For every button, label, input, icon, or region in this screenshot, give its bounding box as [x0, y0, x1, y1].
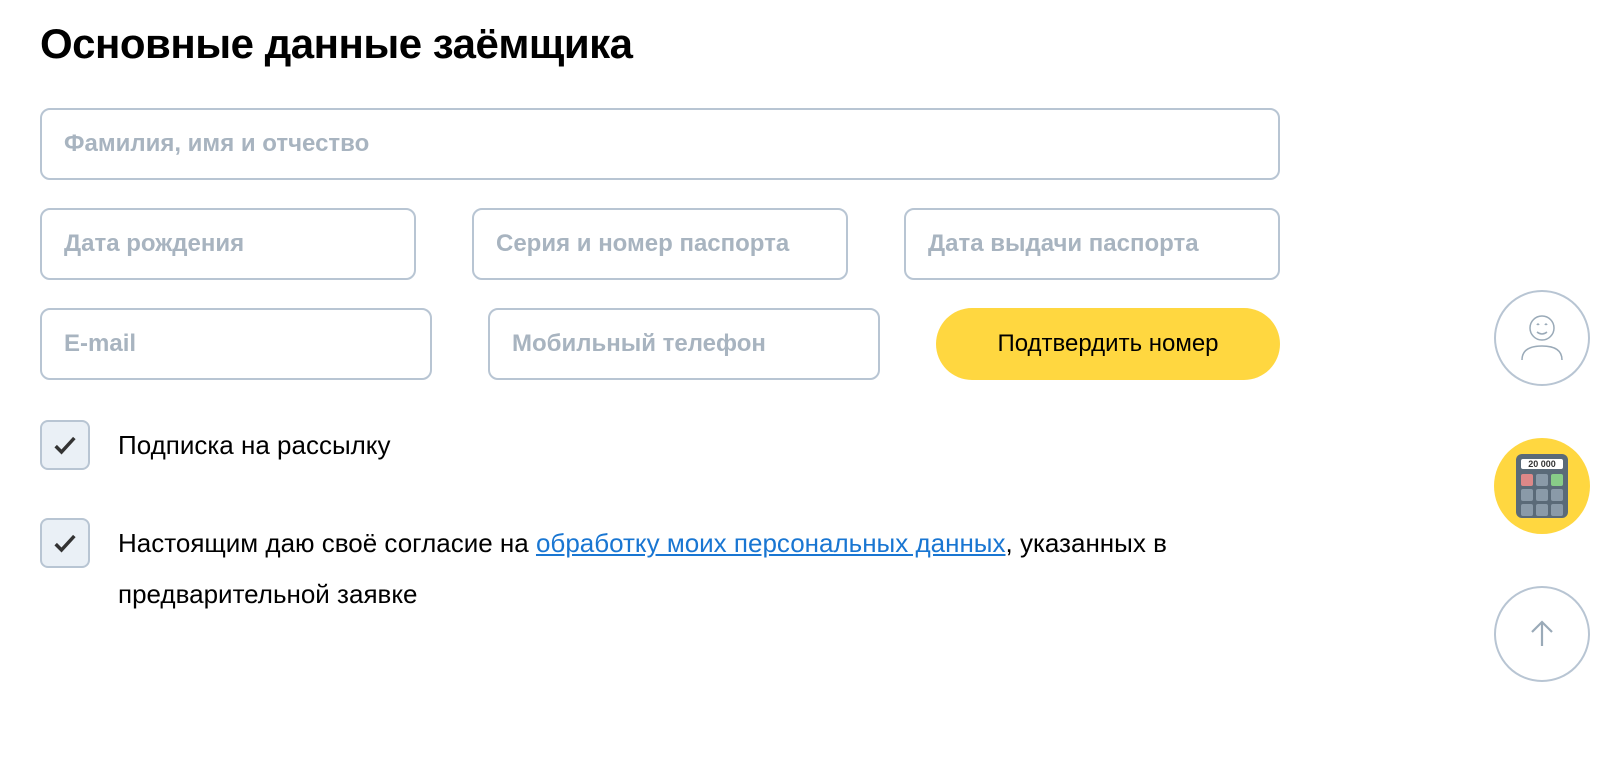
newsletter-label: Подписка на рассылку: [118, 420, 390, 465]
check-icon: [51, 431, 79, 459]
calculator-icon: 20 000: [1516, 454, 1568, 518]
passport-number-input[interactable]: [472, 208, 848, 280]
form-heading: Основные данные заёмщика: [40, 20, 1280, 68]
profile-button[interactable]: [1494, 290, 1590, 386]
person-icon: [1512, 308, 1572, 368]
birth-date-input[interactable]: [40, 208, 416, 280]
consent-label: Настоящим даю своё согласие на обработку…: [118, 518, 1280, 619]
newsletter-checkbox[interactable]: [40, 420, 90, 470]
phone-input[interactable]: [488, 308, 880, 380]
calculator-button[interactable]: 20 000: [1494, 438, 1590, 534]
confirm-number-button[interactable]: Подтвердить номер: [936, 308, 1280, 380]
check-icon: [51, 529, 79, 557]
email-input[interactable]: [40, 308, 432, 380]
scroll-top-button[interactable]: [1494, 586, 1590, 682]
consent-prefix: Настоящим даю своё согласие на: [118, 528, 536, 558]
arrow-up-icon: [1522, 614, 1562, 654]
consent-link[interactable]: обработку моих персональных данных: [536, 528, 1006, 558]
calculator-display: 20 000: [1521, 459, 1563, 469]
consent-checkbox[interactable]: [40, 518, 90, 568]
passport-date-input[interactable]: [904, 208, 1280, 280]
full-name-input[interactable]: [40, 108, 1280, 180]
